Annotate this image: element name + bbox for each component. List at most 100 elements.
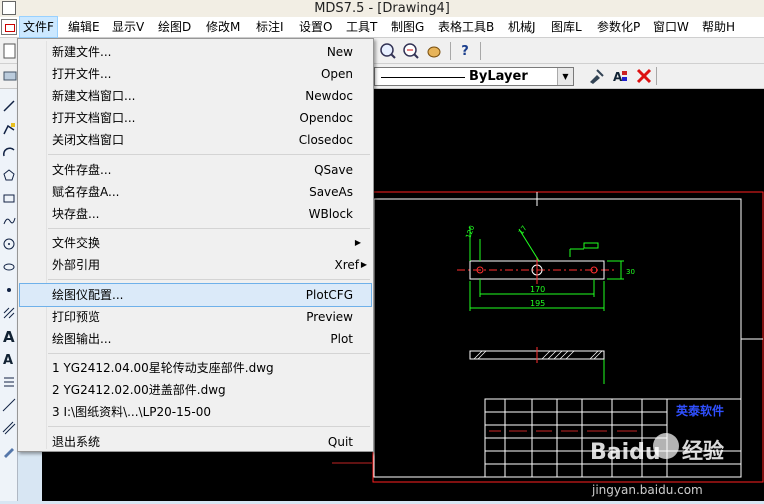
linetype-select[interactable]: ByLayer ▼	[374, 67, 574, 86]
zoom-realtime-icon[interactable]	[401, 41, 421, 61]
multiline-tool-icon[interactable]	[1, 419, 17, 437]
menu-item[interactable]: 窗口W	[650, 17, 692, 37]
menu-separator	[48, 154, 370, 155]
file-menu-item[interactable]: 绘图仪配置... PlotCFG	[19, 282, 372, 307]
menu-item-shortcut: Opendoc	[299, 111, 353, 125]
mtext-tool-icon[interactable]: A	[1, 350, 17, 368]
baidu-jingyan-watermark: Baidu 经验 jingyan.baidu.com	[588, 408, 764, 501]
pan-hand-icon[interactable]	[424, 41, 444, 61]
menu-item-shortcut: New	[326, 45, 353, 59]
file-menu-item[interactable]: 赋名存盘A... SaveAs	[20, 181, 371, 203]
menu-item[interactable]: 帮助H	[699, 17, 738, 37]
menu-item[interactable]: 图库L	[548, 17, 585, 37]
menu-separator	[48, 227, 370, 229]
file-menu-item[interactable]: 块存盘... WBlock	[20, 203, 371, 225]
file-menu-item[interactable]: 2 YG2412.02.00进盖部件.dwg	[20, 379, 371, 401]
file-menu-item[interactable]: 文件存盘... QSave	[20, 159, 371, 181]
menu-item[interactable]: 编辑E	[65, 17, 103, 37]
menu-separator	[48, 352, 370, 354]
submenu-arrow-icon: ▶	[360, 260, 367, 270]
app-menu-icon[interactable]	[1, 19, 17, 35]
menu-item-label: 打开文档窗口...	[52, 111, 136, 125]
menu-item-shortcut: Xref	[334, 258, 360, 273]
menu-item-label: 关闭文档窗口	[52, 133, 125, 147]
svg-text:A: A	[3, 328, 15, 344]
menu-item[interactable]: 设置O	[296, 17, 335, 37]
menu-item-label: 3 I:\图纸资料\...\LP20-15-00	[52, 405, 211, 420]
menu-item-label: 打开文件...	[52, 67, 112, 81]
menu-item-label: 1 YG2412.04.00星轮传动支座部件.dwg	[52, 361, 274, 376]
linetype-preview	[381, 77, 465, 78]
watermark-brand: Baidu	[590, 440, 661, 465]
line-tool-icon[interactable]	[1, 97, 17, 115]
menu-item-label: 新建文档窗口...	[52, 89, 136, 103]
arc-tool-icon[interactable]	[1, 143, 17, 161]
text-tool-icon[interactable]: A	[1, 327, 17, 345]
point-tool-icon[interactable]	[1, 281, 17, 299]
toolbar-separator	[656, 67, 657, 85]
menu-item-shortcut: PlotCFG	[305, 287, 353, 302]
file-menu-item[interactable]: 新建文档窗口... Newdoc	[20, 85, 371, 107]
zoom-window-icon[interactable]	[378, 41, 398, 61]
file-menu-item[interactable]: 打开文档窗口... Opendoc	[20, 107, 371, 129]
menu-item-shortcut: Preview	[306, 309, 353, 324]
file-menu-item[interactable]: 绘图输出... Plot	[20, 328, 371, 350]
menu-item[interactable]: 工具T	[343, 17, 380, 37]
match-properties-icon[interactable]	[586, 66, 606, 86]
file-menu-item[interactable]: 打开文件... Open	[20, 63, 371, 85]
file-menu-item[interactable]: 1 YG2412.04.00星轮传动支座部件.dwg	[20, 357, 371, 379]
polyline-tool-icon[interactable]	[1, 120, 17, 138]
delete-icon[interactable]	[634, 66, 654, 86]
file-menu-item[interactable]: 3 I:\图纸资料\...\LP20-15-00	[20, 401, 371, 423]
chevron-down-icon[interactable]: ▼	[557, 68, 573, 85]
menu-item[interactable]: 显示V	[109, 17, 147, 37]
window-title: MDS7.5 - [Drawing4]	[314, 1, 450, 16]
dim-label-170: 170	[530, 285, 545, 294]
menu-item-shortcut: QSave	[314, 162, 353, 177]
menu-item[interactable]: 文件F	[19, 16, 58, 38]
text-style-icon[interactable]: A	[610, 66, 630, 86]
file-menu-item[interactable]: 退出系统 Quit	[20, 431, 371, 453]
menu-item-shortcut: Quit	[327, 435, 353, 449]
file-menu-item[interactable]: 打印预览 Preview	[20, 306, 371, 328]
title-bar: MDS7.5 - [Drawing4]	[0, 0, 764, 17]
menu-item-label: 块存盘...	[52, 206, 100, 221]
menu-item[interactable]: 绘图D	[155, 17, 194, 37]
paw-icon	[653, 433, 679, 459]
file-menu-item[interactable]: 文件交换 ▶	[20, 232, 371, 254]
circle-tool-icon[interactable]	[1, 235, 17, 253]
menu-item-label: 绘图输出...	[52, 331, 112, 346]
spline-tool-icon[interactable]	[1, 212, 17, 230]
menu-item[interactable]: 制图G	[388, 17, 427, 37]
menu-item[interactable]: 机械J	[505, 17, 539, 37]
menu-item-label: 绘图仪配置...	[52, 287, 124, 302]
svg-text:A: A	[3, 353, 13, 367]
menu-item[interactable]: 标注I	[253, 17, 287, 37]
menu-item-shortcut: Newdoc	[305, 89, 353, 103]
dimension-lines	[469, 227, 624, 384]
file-menu-item[interactable]: 新建文件... New	[20, 41, 371, 63]
rectangle-tool-icon[interactable]	[1, 189, 17, 207]
hatch-lines	[473, 350, 603, 360]
ellipse-tool-icon[interactable]	[1, 258, 17, 276]
menu-item-shortcut: Closedoc	[298, 133, 353, 147]
menu-item[interactable]: 修改M	[203, 17, 243, 37]
file-menu-item[interactable]: 关闭文档窗口 Closedoc	[20, 129, 371, 151]
dim-label-195: 195	[530, 299, 545, 308]
dim-label-30: 30	[626, 268, 635, 276]
dim-label-17: 17	[517, 224, 529, 236]
pencil-tool-icon[interactable]	[1, 442, 17, 460]
hatch-tool-icon[interactable]	[1, 304, 17, 322]
menu-item[interactable]: 参数化P	[594, 17, 643, 37]
file-menu-dropdown: 新建文件... New 打开文件... Open 新建文档窗口... Newdoc 打开文档…	[17, 38, 374, 452]
menu-item-label: 2 YG2412.02.00进盖部件.dwg	[52, 383, 226, 398]
file-menu-item[interactable]: 外部引用 Xref ▶	[20, 254, 371, 276]
menu-item-label: 文件交换	[52, 236, 101, 251]
help-icon[interactable]: ?	[455, 41, 475, 61]
construction-line-icon[interactable]	[1, 396, 17, 414]
menu-item[interactable]: 表格工具B	[435, 17, 497, 37]
table-tool-icon[interactable]	[1, 373, 17, 391]
menu-item-label: 外部引用	[52, 258, 101, 273]
polygon-tool-icon[interactable]	[1, 166, 17, 184]
draw-toolbar: A A	[0, 89, 18, 501]
